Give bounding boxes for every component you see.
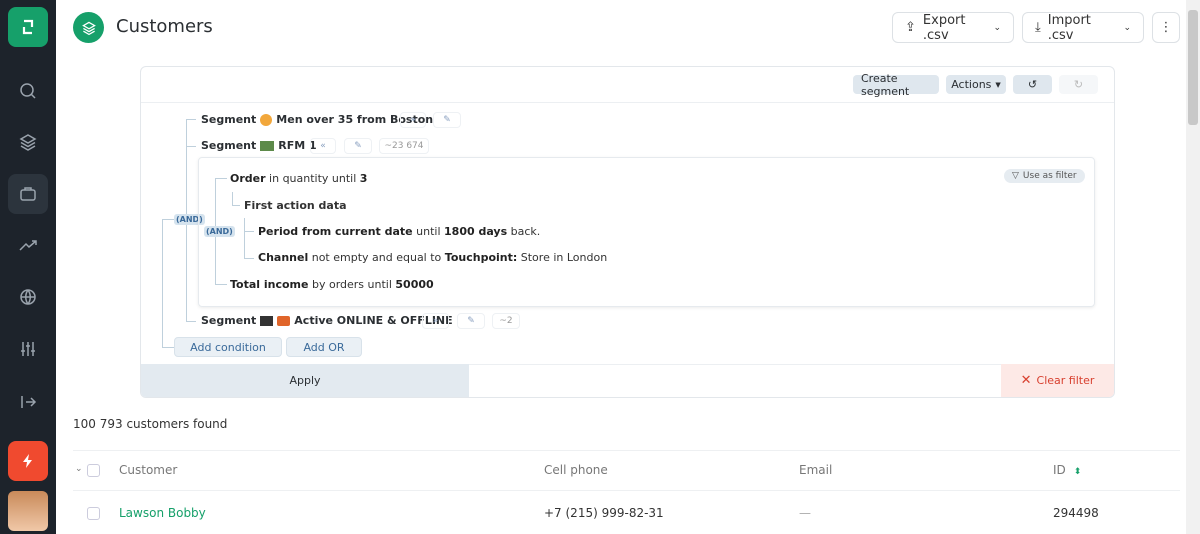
segment-active-online-offline: Segment Active ONLINE & OFFLINE: [201, 314, 453, 327]
customer-name-link[interactable]: Lawson Bobby: [119, 506, 206, 520]
lightning-icon[interactable]: [8, 441, 48, 481]
customers-icon: [73, 12, 104, 43]
expand-segment-button[interactable]: »: [422, 313, 449, 329]
edit-segment-button[interactable]: ✎: [344, 138, 372, 154]
clear-filter-button[interactable]: ✕ Clear filter: [1001, 364, 1114, 397]
funnel-icon: ▽: [1012, 171, 1019, 181]
undo-icon: ↺: [1027, 78, 1038, 91]
import-csv-button[interactable]: ⤓ Import .csv ⌄: [1022, 12, 1144, 43]
use-as-filter-button[interactable]: ▽ Use as filter: [1004, 169, 1085, 183]
edit-segment-button[interactable]: ✎: [457, 313, 485, 329]
search-icon[interactable]: [8, 71, 48, 111]
collapse-segment-button[interactable]: «: [310, 138, 336, 154]
segment-prefix: Segment: [201, 113, 257, 126]
expand-segment-button[interactable]: »: [400, 112, 426, 128]
sort-icon[interactable]: ⬍: [1074, 467, 1082, 477]
edit-segment-button[interactable]: ✎: [433, 112, 461, 128]
condition-channel[interactable]: Channel not empty and equal to Touchpoin…: [258, 251, 607, 264]
column-header-cell-phone[interactable]: Cell phone: [544, 463, 608, 477]
and-operator-badge[interactable]: (AND): [204, 226, 235, 237]
more-vertical-icon: ⋮: [1159, 20, 1173, 35]
segment-count: ~23 674: [379, 138, 429, 154]
face-emoji-icon: [260, 113, 273, 126]
more-menu-button[interactable]: ⋮: [1152, 12, 1180, 43]
row-checkbox[interactable]: [87, 507, 100, 520]
export-csv-button[interactable]: ⇪ Export .csv ⌄: [892, 12, 1014, 43]
select-all-checkbox[interactable]: [87, 464, 100, 477]
table-emoji-icon: [260, 140, 275, 151]
pencil-icon: ✎: [354, 141, 362, 151]
segment-count: ~2: [492, 313, 520, 329]
customer-id: 294498: [1053, 506, 1099, 520]
segment-men-over-35: Segment Men over 35 from Boston: [201, 113, 433, 126]
package-emoji-icon: [277, 315, 291, 326]
trending-icon[interactable]: [8, 225, 48, 265]
add-condition-button[interactable]: Add condition: [174, 337, 282, 357]
app-logo[interactable]: [8, 7, 48, 47]
logout-icon[interactable]: [8, 382, 48, 422]
email: —: [799, 506, 811, 520]
bulk-select-chevron-icon[interactable]: ⌄: [75, 464, 83, 474]
user-avatar[interactable]: [8, 491, 48, 531]
briefcase-icon[interactable]: [8, 174, 48, 214]
column-header-id[interactable]: ID ⬍: [1053, 463, 1081, 477]
scrollbar-thumb[interactable]: [1188, 10, 1198, 125]
segment-prefix: Segment: [201, 139, 257, 152]
redo-button[interactable]: ↻: [1059, 75, 1098, 94]
results-count: 100 793 customers found: [73, 417, 228, 431]
redo-icon: ↻: [1073, 78, 1084, 91]
chevron-down-icon: ⌄: [1123, 22, 1131, 33]
add-or-button[interactable]: Add OR: [286, 337, 362, 357]
cell-phone: +7 (215) 999-82-31: [544, 506, 664, 520]
column-header-customer[interactable]: Customer: [119, 463, 177, 477]
close-icon: ✕: [1020, 373, 1032, 388]
condition-total-income[interactable]: Total income by orders until 50000: [230, 278, 434, 291]
undo-button[interactable]: ↺: [1013, 75, 1052, 94]
export-label: Export .csv: [922, 12, 966, 43]
segment-rfm-1: Segment RFM 1: [201, 139, 317, 152]
condition-order[interactable]: Order in quantity until 3: [230, 172, 367, 185]
segment-prefix: Segment: [201, 314, 257, 327]
clear-filter-label: Clear filter: [1036, 374, 1095, 387]
upload-icon: ⇪: [905, 20, 916, 35]
actions-label: Actions: [951, 78, 992, 91]
chevron-down-icon: ⌄: [993, 22, 1001, 33]
condition-period[interactable]: Period from current date until 1800 days…: [258, 225, 540, 238]
download-icon: ⤓: [1035, 20, 1041, 35]
sliders-icon[interactable]: [8, 329, 48, 369]
use-as-filter-label: Use as filter: [1022, 171, 1077, 181]
chevrons-up-icon: «: [320, 141, 326, 151]
pencil-icon: ✎: [467, 316, 475, 326]
caret-down-icon: ▼: [995, 80, 1001, 89]
create-segment-button[interactable]: Create segment: [853, 72, 939, 98]
sidebar: [0, 0, 56, 534]
globe-icon[interactable]: [8, 277, 48, 317]
layers-icon[interactable]: [8, 122, 48, 162]
actions-dropdown[interactable]: Actions ▼: [946, 75, 1006, 94]
id-header-label: ID: [1053, 463, 1066, 477]
pencil-icon: ✎: [443, 115, 451, 125]
chevrons-down-icon: »: [410, 115, 416, 125]
chevrons-down-icon: »: [432, 316, 439, 326]
apply-button[interactable]: Apply: [141, 364, 469, 397]
monitor-emoji-icon: [260, 315, 274, 326]
page-title: Customers: [116, 16, 213, 37]
condition-first-action[interactable]: First action data: [244, 199, 347, 212]
scrollbar[interactable]: [1186, 0, 1200, 534]
import-label: Import .csv: [1047, 12, 1091, 43]
column-header-email[interactable]: Email: [799, 463, 832, 477]
